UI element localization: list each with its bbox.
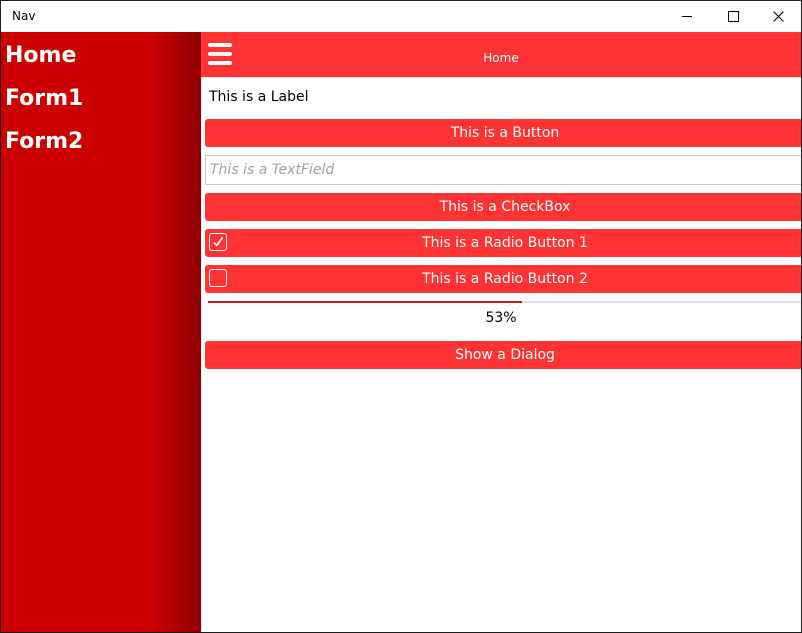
show-dialog-button[interactable]: Show a Dialog: [205, 341, 801, 369]
app-header: Home: [201, 32, 801, 77]
radio-button-1[interactable]: This is a Radio Button 1: [205, 229, 801, 257]
content-label: This is a Label: [209, 89, 309, 105]
text-field[interactable]: [205, 155, 801, 185]
minimize-icon: [682, 16, 692, 17]
window-title: Nav: [12, 9, 36, 23]
show-dialog-button-label: Show a Dialog: [455, 347, 555, 363]
progress-bar-fill: [208, 301, 523, 303]
page-title-container: Home: [201, 51, 801, 65]
page-title: Home: [483, 51, 519, 65]
primary-button[interactable]: This is a Button: [205, 119, 801, 147]
title-bar: Nav: [1, 1, 801, 32]
radio-button-2-label: This is a Radio Button 2: [422, 271, 588, 287]
header-divider: [201, 77, 801, 78]
checkbox[interactable]: This is a CheckBox: [205, 193, 801, 221]
minimize-button[interactable]: [664, 1, 710, 32]
nav-drawer: Home Form1 Form2: [1, 32, 201, 632]
maximize-button[interactable]: [710, 1, 756, 32]
nav-item-form2[interactable]: Form2: [5, 129, 83, 154]
hamburger-line: [208, 43, 232, 47]
radio-button-2[interactable]: This is a Radio Button 2: [205, 265, 801, 293]
nav-item-form1[interactable]: Form1: [5, 86, 83, 111]
radio-button-1-box[interactable]: [209, 233, 227, 251]
primary-button-label: This is a Button: [450, 125, 560, 141]
checkmark-icon: [213, 237, 224, 247]
progress-bar: [208, 301, 801, 303]
radio-button-1-label: This is a Radio Button 1: [422, 235, 588, 251]
radio-button-2-box[interactable]: [209, 269, 227, 287]
checkbox-label: This is a CheckBox: [439, 199, 571, 215]
maximize-icon: [727, 11, 739, 22]
close-button[interactable]: [755, 1, 801, 32]
app-window: Nav Home Form1 Form2 Home This is a Labe…: [0, 0, 802, 633]
close-icon: [772, 11, 784, 22]
nav-item-home[interactable]: Home: [5, 43, 76, 68]
progress-text: 53%: [485, 310, 517, 326]
